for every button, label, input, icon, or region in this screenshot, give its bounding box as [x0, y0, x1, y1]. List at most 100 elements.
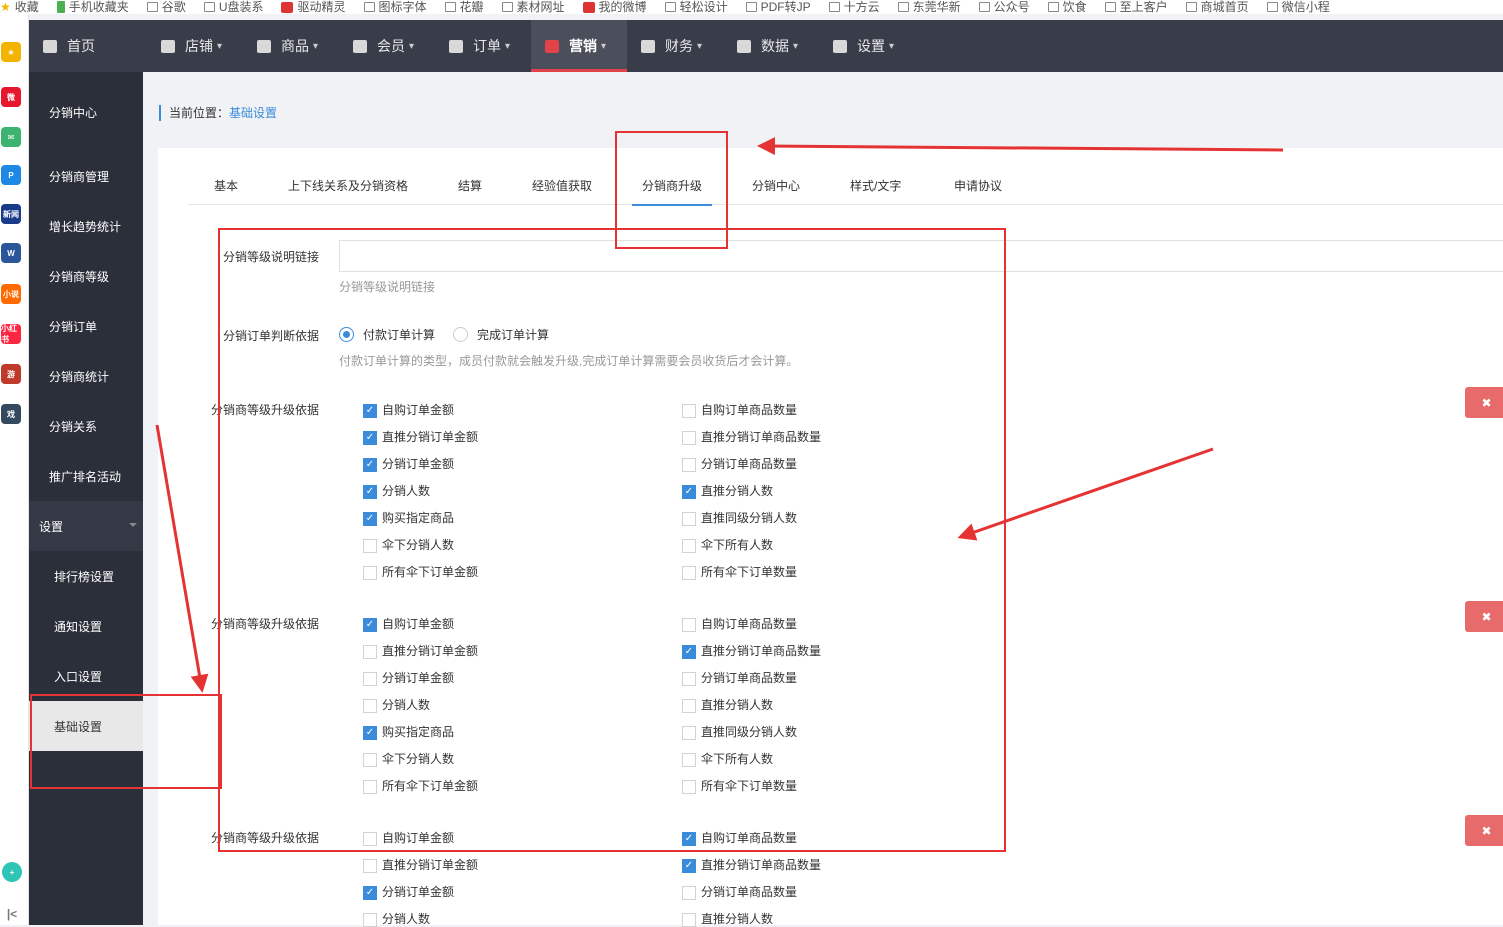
tab-7[interactable]: 申请协议: [954, 168, 1002, 205]
upgrade-option-checkbox[interactable]: ✓ 直推分销订单商品数量: [682, 856, 821, 873]
favorites-icon[interactable]: ★: [1, 42, 21, 62]
bookmark-item[interactable]: 驱动精灵: [281, 0, 346, 14]
nav-item-4[interactable]: 订单 ▾: [435, 20, 531, 72]
upgrade-option-checkbox[interactable]: 伞下所有人数: [682, 750, 773, 767]
radio-paid-order[interactable]: 付款订单计算: [339, 326, 435, 343]
level-link-input[interactable]: [339, 240, 1503, 272]
nav-item-3[interactable]: 会员 ▾: [339, 20, 435, 72]
upgrade-option-checkbox[interactable]: 直推分销人数: [682, 696, 773, 713]
bookmark-item[interactable]: 手机收藏夹: [56, 0, 129, 14]
sidebar-group-settings[interactable]: 设置: [29, 501, 143, 551]
upgrade-option-checkbox[interactable]: 伞下分销人数: [363, 750, 454, 767]
upgrade-option-checkbox[interactable]: 分销订单商品数量: [682, 883, 797, 900]
tab-1[interactable]: 上下线关系及分销资格: [288, 168, 408, 205]
upgrade-option-checkbox[interactable]: 分销订单商品数量: [682, 669, 797, 686]
tab-5[interactable]: 分销中心: [752, 168, 800, 205]
upgrade-option-checkbox[interactable]: 分销订单商品数量: [682, 455, 797, 472]
upgrade-option-checkbox[interactable]: 所有伞下订单数量: [682, 563, 797, 580]
sidebar-item[interactable]: 分销商等级: [29, 251, 143, 301]
upgrade-option-checkbox[interactable]: 自购订单金额: [363, 829, 454, 846]
nav-item-1[interactable]: 店铺 ▾: [147, 20, 243, 72]
upgrade-option-checkbox[interactable]: ✓ 直推分销人数: [682, 482, 773, 499]
radio-completed-order[interactable]: 完成订单计算: [453, 326, 549, 343]
upgrade-option-checkbox[interactable]: ✓ 自购订单金额: [363, 615, 454, 632]
upgrade-option-checkbox[interactable]: ✓ 分销订单金额: [363, 883, 454, 900]
sidebar-item[interactable]: 分销订单: [29, 301, 143, 351]
nav-item-0[interactable]: 首页: [29, 20, 147, 72]
upgrade-option-checkbox[interactable]: ✓ 分销订单金额: [363, 455, 454, 472]
delete-group-button[interactable]: ✖: [1465, 601, 1503, 632]
bookmark-item[interactable]: 东莞华新: [897, 0, 961, 14]
xiaohongshu-icon[interactable]: 小红书: [1, 324, 21, 344]
nav-item-7[interactable]: 数据 ▾: [723, 20, 819, 72]
bookmark-item[interactable]: 轻松设计: [664, 0, 728, 14]
upgrade-option-checkbox[interactable]: ✓ 购买指定商品: [363, 509, 454, 526]
tab-3[interactable]: 经验值获取: [532, 168, 592, 205]
sidebar-item[interactable]: 分销商管理: [29, 151, 143, 201]
bookmark-item[interactable]: 花瓣: [444, 0, 484, 14]
game2-icon[interactable]: 戏: [1, 404, 21, 424]
upgrade-option-checkbox[interactable]: 分销人数: [363, 696, 430, 713]
sidebar-subitem[interactable]: 基础设置: [29, 701, 143, 751]
tab-2[interactable]: 结算: [458, 168, 482, 205]
bookmark-item[interactable]: 十方云: [828, 0, 880, 14]
nav-item-2[interactable]: 商品 ▾: [243, 20, 339, 72]
bookmark-item[interactable]: 微信小程: [1266, 0, 1330, 14]
upgrade-option-checkbox[interactable]: 伞下分销人数: [363, 536, 454, 553]
game-icon[interactable]: 游: [1, 364, 21, 384]
weibo-icon[interactable]: 微: [1, 87, 21, 107]
upgrade-option-checkbox[interactable]: 分销订单金额: [363, 669, 454, 686]
upgrade-option-checkbox[interactable]: 伞下所有人数: [682, 536, 773, 553]
add-icon[interactable]: +: [2, 862, 22, 882]
upgrade-option-checkbox[interactable]: ✓ 购买指定商品: [363, 723, 454, 740]
upgrade-option-checkbox[interactable]: 直推同级分销人数: [682, 723, 797, 740]
sidebar-item[interactable]: 分销商统计: [29, 351, 143, 401]
nav-item-5[interactable]: 营销 ▾: [531, 20, 627, 72]
sidebar-subitem[interactable]: 排行榜设置: [29, 551, 143, 601]
news-icon[interactable]: 新闻: [1, 204, 21, 224]
bookmark-item[interactable]: ★ 收藏: [0, 0, 39, 14]
sidebar-item[interactable]: 分销中心: [29, 87, 143, 137]
sidebar-subitem[interactable]: 入口设置: [29, 651, 143, 701]
mail-icon[interactable]: ✉: [1, 127, 21, 147]
upgrade-option-checkbox[interactable]: 自购订单商品数量: [682, 401, 797, 418]
delete-group-button[interactable]: ✖: [1465, 387, 1503, 418]
bookmark-item[interactable]: 饮食: [1047, 0, 1087, 14]
upgrade-option-checkbox[interactable]: ✓ 直推分销订单金额: [363, 428, 478, 445]
sidebar-item[interactable]: 分销关系: [29, 401, 143, 451]
bookmark-item[interactable]: 公众号: [978, 0, 1030, 14]
collapse-icon[interactable]: |<: [2, 904, 22, 924]
bookmark-item[interactable]: 至上客户: [1104, 0, 1168, 14]
upgrade-option-checkbox[interactable]: 自购订单商品数量: [682, 615, 797, 632]
bookmark-item[interactable]: 商城首页: [1185, 0, 1249, 14]
upgrade-option-checkbox[interactable]: 直推分销人数: [682, 910, 773, 927]
upgrade-option-checkbox[interactable]: 所有伞下订单金额: [363, 777, 478, 794]
tab-4[interactable]: 分销商升级: [631, 168, 713, 206]
bookmark-item[interactable]: 图标字体: [363, 0, 427, 14]
bookmark-item[interactable]: 谷歌: [146, 0, 186, 14]
bookmark-item[interactable]: U盘装系: [203, 0, 263, 14]
upgrade-option-checkbox[interactable]: ✓ 自购订单金额: [363, 401, 454, 418]
upgrade-option-checkbox[interactable]: 直推分销订单商品数量: [682, 428, 821, 445]
tab-6[interactable]: 样式/文字: [850, 168, 901, 205]
upgrade-option-checkbox[interactable]: ✓ 分销人数: [363, 482, 430, 499]
upgrade-option-checkbox[interactable]: 所有伞下订单金额: [363, 563, 478, 580]
delete-group-button[interactable]: ✖: [1465, 815, 1503, 846]
breadcrumb-current[interactable]: 基础设置: [229, 106, 277, 120]
upgrade-option-checkbox[interactable]: 直推同级分销人数: [682, 509, 797, 526]
upgrade-option-checkbox[interactable]: 分销人数: [363, 910, 430, 927]
upgrade-option-checkbox[interactable]: 所有伞下订单数量: [682, 777, 797, 794]
sidebar-subitem[interactable]: 通知设置: [29, 601, 143, 651]
bookmark-item[interactable]: PDF转JP: [745, 0, 811, 14]
upgrade-option-checkbox[interactable]: ✓ 直推分销订单商品数量: [682, 642, 821, 659]
upgrade-option-checkbox[interactable]: 直推分销订单金额: [363, 642, 478, 659]
tab-0[interactable]: 基本: [214, 168, 238, 205]
nav-item-8[interactable]: 设置 ▾: [819, 20, 915, 72]
upgrade-option-checkbox[interactable]: 直推分销订单金额: [363, 856, 478, 873]
sidebar-item[interactable]: 增长趋势统计: [29, 201, 143, 251]
word-icon[interactable]: W: [1, 243, 21, 263]
bookmark-item[interactable]: 素材网址: [501, 0, 565, 14]
sidebar-item[interactable]: 推广排名活动: [29, 451, 143, 501]
pinduoduo-icon[interactable]: P: [1, 165, 21, 185]
bookmark-item[interactable]: 我的微博: [582, 0, 647, 14]
